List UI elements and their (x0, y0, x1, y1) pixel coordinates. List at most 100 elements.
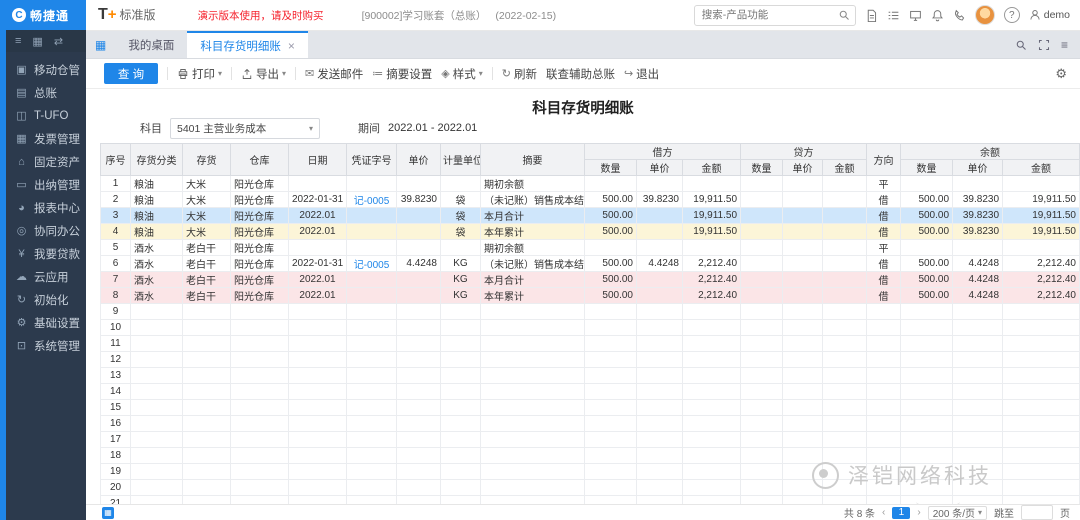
sidebar-item[interactable]: ▤总账 (6, 81, 86, 104)
col-debit-price[interactable]: 单价 (637, 160, 683, 176)
summary-settings-button[interactable]: ≔ 摘要设置 (372, 66, 432, 82)
tab-list-icon[interactable]: ≡ (1061, 38, 1068, 52)
close-icon[interactable]: × (288, 39, 295, 53)
grid-view-icon[interactable]: ▦ (102, 507, 114, 519)
table-row[interactable]: 3粮油大米阳光仓库2022.01袋本月合计500.0019,911.50借500… (101, 208, 1080, 224)
table-cell (901, 384, 953, 400)
table-row[interactable]: 8酒水老白干阳光仓库2022.01KG本年累计500.002,212.40借50… (101, 288, 1080, 304)
col-credit-qty[interactable]: 数量 (741, 160, 783, 176)
sidebar-item[interactable]: ↻初始化 (6, 288, 86, 311)
product-search[interactable] (694, 5, 856, 26)
sidebar-item[interactable]: ⌂固定资产 (6, 150, 86, 173)
swap-icon[interactable]: ⇄ (54, 35, 63, 48)
col-balance-amount[interactable]: 金额 (1003, 160, 1080, 176)
table-cell (1003, 480, 1080, 496)
col-category[interactable]: 存货分类 (131, 144, 183, 176)
next-page-button[interactable]: › (917, 507, 920, 518)
col-inventory[interactable]: 存货 (183, 144, 231, 176)
search-icon[interactable] (1015, 39, 1027, 51)
task-list-icon[interactable] (887, 9, 900, 22)
export-button[interactable]: 导出 ▾ (241, 66, 286, 82)
voucher-link[interactable]: 记-0005 (347, 256, 397, 272)
table-row[interactable]: 1粮油大米阳光仓库期初余额平 (101, 176, 1080, 192)
sidebar-item[interactable]: ◫T-UFO (6, 104, 86, 127)
sidebar-item[interactable]: ⚙基础设置 (6, 311, 86, 334)
sidebar-item[interactable]: ▦发票管理 (6, 127, 86, 150)
help-icon[interactable]: ? (1004, 7, 1020, 23)
col-uom[interactable]: 计量单位 (441, 144, 481, 176)
sidebar-item[interactable]: ▣移动仓管 (6, 58, 86, 81)
table-cell (347, 384, 397, 400)
tab-subject-inventory-ledger[interactable]: 科目存货明细账 × (187, 31, 308, 58)
menu-icon[interactable]: ≡ (15, 35, 21, 47)
table-row[interactable]: 16 (101, 416, 1080, 432)
phone-icon[interactable] (953, 9, 966, 22)
page-size-select[interactable]: 200 条/页 ▾ (928, 506, 987, 520)
exit-button[interactable]: ↪ 退出 (624, 66, 659, 82)
col-credit-price[interactable]: 单价 (783, 160, 823, 176)
tab-my-desktop[interactable]: 我的桌面 (115, 31, 187, 58)
table-row[interactable]: 10 (101, 320, 1080, 336)
desktop-grid-icon[interactable]: ▦ (95, 38, 106, 52)
sidebar-item[interactable]: ◎协同办公 (6, 219, 86, 242)
col-debit-qty[interactable]: 数量 (585, 160, 637, 176)
col-date[interactable]: 日期 (289, 144, 347, 176)
col-direction[interactable]: 方向 (867, 144, 901, 176)
col-balance-price[interactable]: 单价 (953, 160, 1003, 176)
fullscreen-icon[interactable] (1038, 39, 1050, 51)
jump-page-input[interactable] (1021, 505, 1053, 520)
table-row[interactable]: 4粮油大米阳光仓库2022.01袋本年累计500.0019,911.50借500… (101, 224, 1080, 240)
col-debit-amount[interactable]: 金额 (683, 160, 741, 176)
sidebar-item[interactable]: ☁云应用 (6, 265, 86, 288)
subject-select[interactable]: 5401 主营业务成本 ▾ (170, 118, 320, 139)
voucher-link[interactable]: 记-0005 (347, 192, 397, 208)
linked-aux-ledger-label: 联查辅助总账 (546, 66, 615, 82)
table-row[interactable]: 12 (101, 352, 1080, 368)
current-page-button[interactable]: 1 (892, 507, 910, 519)
search-icon[interactable] (838, 9, 850, 21)
col-balance-qty[interactable]: 数量 (901, 160, 953, 176)
table-row[interactable]: 15 (101, 400, 1080, 416)
col-warehouse[interactable]: 仓库 (231, 144, 289, 176)
table-cell (1003, 416, 1080, 432)
table-row[interactable]: 11 (101, 336, 1080, 352)
table-row[interactable]: 7酒水老白干阳光仓库2022.01KG本月合计500.002,212.40借50… (101, 272, 1080, 288)
table-cell (953, 176, 1003, 192)
table-row[interactable]: 9 (101, 304, 1080, 320)
table-row[interactable]: 6酒水老白干阳光仓库2022-01-31记-00054.4248KG（未记账）销… (101, 256, 1080, 272)
sidebar-item[interactable]: ▭出纳管理 (6, 173, 86, 196)
table-row[interactable]: 13 (101, 368, 1080, 384)
col-credit-amount[interactable]: 金额 (823, 160, 867, 176)
print-button[interactable]: 打印 ▾ (177, 66, 222, 82)
query-button[interactable]: 查 询 (104, 63, 158, 84)
user-menu[interactable]: demo (1029, 9, 1070, 21)
prev-page-button[interactable]: ‹ (882, 507, 885, 518)
table-row[interactable]: 17 (101, 432, 1080, 448)
sidebar-item[interactable]: ⊡系统管理 (6, 334, 86, 357)
col-voucher[interactable]: 凭证字号 (347, 144, 397, 176)
search-input[interactable] (700, 8, 834, 22)
sidebar-item[interactable]: ◕报表中心 (6, 196, 86, 219)
table-cell (867, 320, 901, 336)
table-row[interactable]: 2粮油大米阳光仓库2022-01-31记-000539.8230袋（未记账）销售… (101, 192, 1080, 208)
table-cell (347, 432, 397, 448)
refresh-button[interactable]: ↻ 刷新 (502, 66, 537, 82)
user-avatar[interactable] (975, 5, 995, 25)
table-row[interactable]: 14 (101, 384, 1080, 400)
apps-grid-icon[interactable]: ▦ (32, 35, 42, 48)
bell-icon[interactable] (931, 9, 944, 22)
gear-icon[interactable]: ⚙ (1055, 66, 1067, 82)
monitor-icon[interactable] (909, 9, 922, 22)
col-no[interactable]: 序号 (101, 144, 131, 176)
table-row[interactable]: 5酒水老白干阳光仓库期初余额平 (101, 240, 1080, 256)
linked-aux-ledger-button[interactable]: 联查辅助总账 (546, 66, 615, 82)
table-cell (481, 352, 585, 368)
table-cell (783, 224, 823, 240)
style-button[interactable]: ◈ 样式 ▾ (441, 66, 482, 82)
sidebar-item[interactable]: ¥我要贷款 (6, 242, 86, 265)
col-unit-price[interactable]: 单价 (397, 144, 441, 176)
table-cell: 本年累计 (481, 288, 585, 304)
col-summary[interactable]: 摘要 (481, 144, 585, 176)
send-mail-button[interactable]: ✉ 发送邮件 (305, 66, 363, 82)
document-icon[interactable] (865, 9, 878, 22)
